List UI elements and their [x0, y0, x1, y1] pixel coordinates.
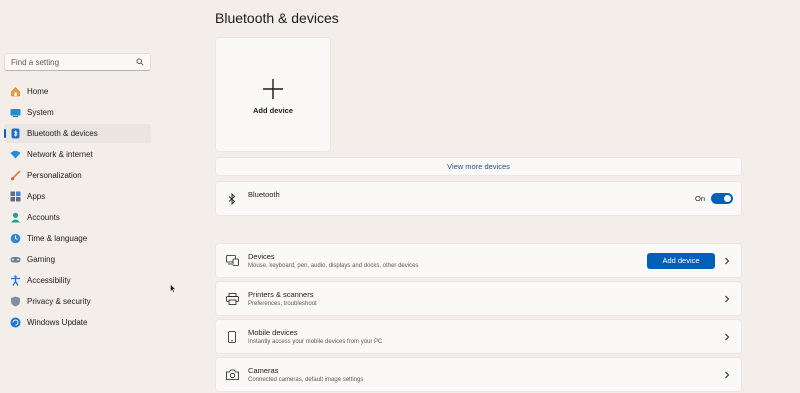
cameras-row-subtitle: Connected cameras, default image setting… [248, 377, 364, 383]
update-icon [10, 317, 21, 328]
bluetooth-devices-icon [10, 128, 21, 139]
sidebar-item-label: Apps [27, 192, 46, 201]
bluetooth-row-title: Bluetooth [248, 189, 280, 199]
mobile-row-subtitle: Instantly access your mobile devices fro… [248, 339, 383, 345]
brush-icon [10, 170, 21, 181]
search-placeholder: Find a setting [11, 57, 60, 67]
sidebar-item-bluetooth-devices[interactable]: Bluetooth & devices [4, 124, 151, 143]
sidebar-item-label: Personalization [27, 171, 82, 180]
sidebar-item-accounts[interactable]: Accounts [4, 208, 151, 227]
sidebar-item-privacy-security[interactable]: Privacy & security [4, 292, 151, 311]
bluetooth-toggle-state: On [694, 194, 705, 203]
cameras-row-title: Cameras [248, 366, 279, 375]
add-device-button[interactable]: Add device [647, 252, 715, 269]
sidebar-item-label: Accounts [27, 213, 60, 222]
mouse-cursor-icon [170, 280, 176, 293]
sidebar-item-label: Privacy & security [27, 297, 91, 306]
sidebar-item-apps[interactable]: Apps [4, 187, 151, 206]
apps-icon [10, 191, 21, 202]
printer-icon [225, 292, 239, 306]
chevron-right-icon [723, 295, 731, 303]
bluetooth-row: Bluetooth On [215, 181, 742, 216]
sidebar-item-label: Windows Update [27, 318, 88, 327]
camera-icon [225, 368, 239, 382]
sidebar-item-label: Time & language [27, 234, 88, 243]
cameras-row-text: Cameras Connected cameras, default image… [248, 366, 723, 383]
plus-icon [262, 78, 284, 100]
sidebar-item-personalization[interactable]: Personalization [4, 166, 151, 185]
printers-row-title: Printers & scanners [248, 290, 314, 299]
devices-row-subtitle: Mouse, keyboard, pen, audio, displays an… [248, 263, 419, 269]
chevron-right-icon [723, 257, 731, 265]
bluetooth-toggle[interactable] [711, 193, 733, 204]
sidebar-item-gaming[interactable]: Gaming [4, 250, 151, 269]
devices-row-title: Devices [248, 252, 275, 261]
mobile-devices-row[interactable]: Mobile devices Instantly access your mob… [215, 319, 742, 354]
sidebar-item-label: System [27, 108, 54, 117]
settings-window: Find a setting Home System Bluetooth & d… [0, 0, 800, 393]
sidebar-item-system[interactable]: System [4, 103, 151, 122]
sidebar-item-time-language[interactable]: Time & language [4, 229, 151, 248]
search-icon[interactable] [135, 58, 144, 67]
printers-row-text: Printers & scanners Preferences, trouble… [248, 290, 723, 307]
sidebar-item-windows-update[interactable]: Windows Update [4, 313, 151, 332]
bluetooth-icon [225, 192, 239, 206]
globe-clock-icon [10, 233, 21, 244]
search-input[interactable]: Find a setting [4, 53, 151, 71]
sidebar-nav: Home System Bluetooth & devices Network … [4, 82, 151, 334]
monitor-icon [10, 107, 21, 118]
home-icon [10, 86, 21, 97]
printers-scanners-row[interactable]: Printers & scanners Preferences, trouble… [215, 281, 742, 316]
wifi-icon [10, 149, 21, 160]
sidebar-item-label: Home [27, 87, 49, 96]
devices-row[interactable]: Devices Mouse, keyboard, pen, audio, dis… [215, 243, 742, 278]
chevron-right-icon [723, 333, 731, 341]
phone-icon [225, 330, 239, 344]
page-title: Bluetooth & devices [215, 10, 339, 26]
chevron-right-icon [723, 371, 731, 379]
sidebar-item-network-internet[interactable]: Network & internet [4, 145, 151, 164]
add-device-card[interactable]: Add device [215, 37, 331, 152]
view-more-devices-bar[interactable]: View more devices [215, 157, 742, 176]
accessibility-icon [10, 275, 21, 286]
sidebar-item-label: Bluetooth & devices [27, 129, 98, 138]
sidebar-item-label: Accessibility [27, 276, 71, 285]
cameras-row[interactable]: Cameras Connected cameras, default image… [215, 357, 742, 392]
mobile-row-title: Mobile devices [248, 328, 298, 337]
sidebar-item-accessibility[interactable]: Accessibility [4, 271, 151, 290]
printers-row-subtitle: Preferences, troubleshoot [248, 301, 317, 307]
devices-icon [225, 254, 239, 268]
shield-icon [10, 296, 21, 307]
add-device-card-label: Add device [252, 106, 293, 115]
gamepad-icon [10, 254, 21, 265]
sidebar-item-label: Gaming [27, 255, 56, 264]
sidebar-item-label: Network & internet [27, 150, 93, 159]
bluetooth-toggle-group: On [695, 193, 733, 204]
sidebar-item-home[interactable]: Home [4, 82, 151, 101]
bluetooth-row-text: Bluetooth [248, 190, 695, 199]
view-more-devices-link[interactable]: View more devices [447, 162, 510, 171]
account-icon [10, 212, 21, 223]
mobile-row-text: Mobile devices Instantly access your mob… [248, 328, 723, 345]
devices-row-text: Devices Mouse, keyboard, pen, audio, dis… [248, 252, 647, 269]
